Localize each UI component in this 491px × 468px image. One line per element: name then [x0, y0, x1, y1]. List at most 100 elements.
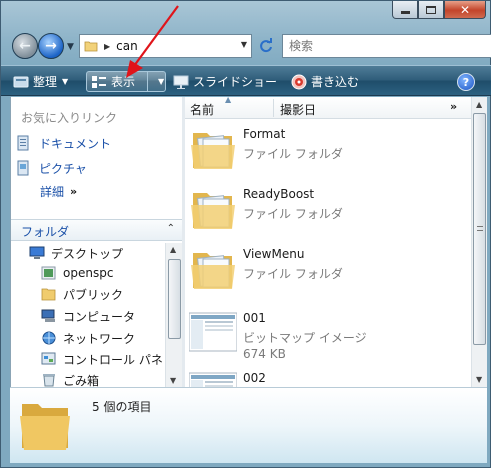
tree-item-desktop[interactable]: デスクトップ [29, 243, 123, 263]
favorite-link-label: ピクチャ [39, 161, 87, 176]
more-columns-button[interactable]: » [450, 100, 457, 113]
scroll-up-icon[interactable]: ▲ [476, 100, 482, 109]
tree-item-control-panel[interactable]: コントロール パネ [41, 349, 163, 369]
organize-button[interactable]: 整理 ▼ [13, 71, 68, 92]
computer-icon [41, 309, 55, 322]
favorite-link-pictures[interactable]: ピクチャ [17, 159, 87, 177]
sort-ascending-icon: ▲ [225, 95, 232, 104]
file-size: 674 KB [243, 347, 286, 361]
file-item-002[interactable]: 002 ビットマップ イメージ [189, 365, 469, 387]
folders-header[interactable]: フォルダ ⌃ [11, 219, 183, 241]
arrow-right-icon: → [45, 38, 57, 54]
folder-icon [191, 133, 235, 169]
tree-item-public[interactable]: パブリック [41, 284, 123, 304]
burn-button[interactable]: 書き込む [291, 71, 359, 92]
file-type: ビットマップ イメージ [243, 331, 367, 345]
file-item-format[interactable]: Format ファイル フォルダ [189, 121, 469, 179]
help-button[interactable]: ? [457, 73, 475, 91]
file-item-001[interactable]: 001 ビットマップ イメージ 674 KB [189, 305, 469, 363]
file-name: ReadyBoost [243, 187, 315, 201]
favorite-link-label: ドキュメント [39, 136, 112, 151]
details-pane: 5 個の項目 [10, 387, 487, 463]
folder-icon [41, 288, 56, 301]
back-button[interactable]: ← [12, 33, 38, 59]
navigation-bar: ← → ▼ ▶ can ▼ 検索 [1, 29, 491, 63]
file-name: ViewMenu [243, 247, 305, 261]
more-links[interactable]: 詳細 » [40, 183, 77, 200]
view-icon [92, 75, 106, 88]
chevron-up-icon: ⌃ [166, 223, 175, 234]
slideshow-icon [173, 75, 189, 89]
breadcrumb-separator-icon[interactable]: ▶ [104, 42, 110, 51]
burn-disc-icon [291, 74, 307, 89]
column-date-taken[interactable]: 撮影日 [280, 101, 316, 118]
tree-item-openspc[interactable]: openspc [41, 263, 113, 283]
file-list-pane: ▲ 名前 撮影日 » Format ファイル フォルダ ReadyBoost フ… [185, 95, 487, 387]
maximize-button[interactable] [418, 1, 444, 19]
scroll-down-icon[interactable]: ▼ [476, 375, 482, 384]
favorite-links-title: お気に入りリンク [21, 111, 118, 125]
recent-pages-dropdown[interactable]: ▼ [67, 42, 74, 52]
tree-item-label: ごみ箱 [63, 373, 100, 388]
more-links-label: 詳細 [40, 185, 65, 199]
tree-item-label: パブリック [63, 287, 124, 302]
file-type: ファイル フォルダ [243, 147, 343, 161]
folders-title: フォルダ [21, 225, 70, 239]
bitmap-thumbnail-icon [189, 372, 237, 387]
view-button[interactable]: 表示 ▼ [86, 71, 166, 92]
view-dropdown-icon[interactable]: ▼ [158, 77, 164, 86]
tree-item-label: ネットワーク [63, 331, 136, 346]
address-bar[interactable]: ▶ can ▼ [79, 34, 252, 58]
file-type: ファイル フォルダ [243, 267, 343, 281]
address-path[interactable]: can [116, 39, 138, 53]
item-count: 5 個の項目 [92, 400, 152, 414]
slideshow-button[interactable]: スライドショー [173, 71, 277, 92]
split-divider [147, 72, 148, 91]
folder-tree-scrollbar[interactable]: ▲ ▼ [165, 243, 183, 387]
tree-item-label: コントロール パネ [63, 352, 163, 367]
folder-icon [191, 253, 235, 289]
file-item-viewmenu[interactable]: ViewMenu ファイル フォルダ [189, 241, 469, 299]
close-icon: ✕ [459, 2, 471, 17]
command-toolbar: 整理 ▼ 表示 ▼ スライドショー 書き込む ? [1, 65, 491, 96]
chevron-down-icon: ▼ [62, 77, 69, 86]
search-input[interactable]: 検索 [282, 34, 491, 58]
recycle-bin-icon [43, 374, 55, 387]
network-icon [42, 331, 56, 345]
close-button[interactable]: ✕ [444, 1, 486, 19]
scroll-thumb[interactable] [168, 259, 181, 339]
file-name: 001 [243, 311, 266, 325]
column-name[interactable]: 名前 [190, 101, 214, 118]
file-name: Format [243, 127, 286, 141]
favorite-link-documents[interactable]: ドキュメント [17, 134, 111, 152]
scroll-thumb[interactable] [473, 113, 486, 345]
pictures-icon [17, 160, 29, 176]
column-separator[interactable] [273, 99, 274, 117]
scroll-down-icon[interactable]: ▼ [170, 376, 176, 385]
tree-item-label: openspc [63, 266, 114, 280]
explorer-window: ✕ ← → ▼ ▶ can ▼ 検索 整理 ▼ 表示 ▼ スライドショー 書き込… [0, 0, 491, 468]
file-list-scrollbar[interactable]: ▲ ▼ [471, 97, 487, 387]
organize-label: 整理 [33, 75, 58, 89]
view-label: 表示 [111, 75, 136, 89]
folder-tree: デスクトップ openspc パブリック コンピュータ ネットワーク コントロー… [11, 243, 165, 387]
organize-icon [13, 76, 29, 87]
scroll-up-icon[interactable]: ▲ [170, 245, 176, 254]
address-dropdown-icon[interactable]: ▼ [241, 40, 247, 49]
file-list: Format ファイル フォルダ ReadyBoost ファイル フォルダ Vi… [185, 119, 471, 387]
user-folder-icon [41, 266, 56, 280]
double-chevron-icon: » [70, 185, 78, 198]
tree-item-computer[interactable]: コンピュータ [41, 306, 135, 326]
tree-item-recycle-bin[interactable]: ごみ箱 [41, 370, 99, 387]
forward-button[interactable]: → [38, 33, 64, 59]
folder-icon [191, 193, 235, 229]
tree-item-network[interactable]: ネットワーク [41, 328, 135, 348]
column-header: ▲ 名前 撮影日 » [185, 95, 471, 119]
navigation-pane: お気に入りリンク ドキュメント ピクチャ 詳細 » フォルダ ⌃ デスクトップ … [10, 97, 183, 387]
refresh-button[interactable] [255, 35, 277, 57]
slideshow-label: スライドショー [193, 75, 278, 89]
minimize-button[interactable] [392, 1, 418, 19]
file-item-readyboost[interactable]: ReadyBoost ファイル フォルダ [189, 181, 469, 239]
maximize-icon [426, 5, 436, 14]
caption-buttons: ✕ [392, 1, 486, 21]
